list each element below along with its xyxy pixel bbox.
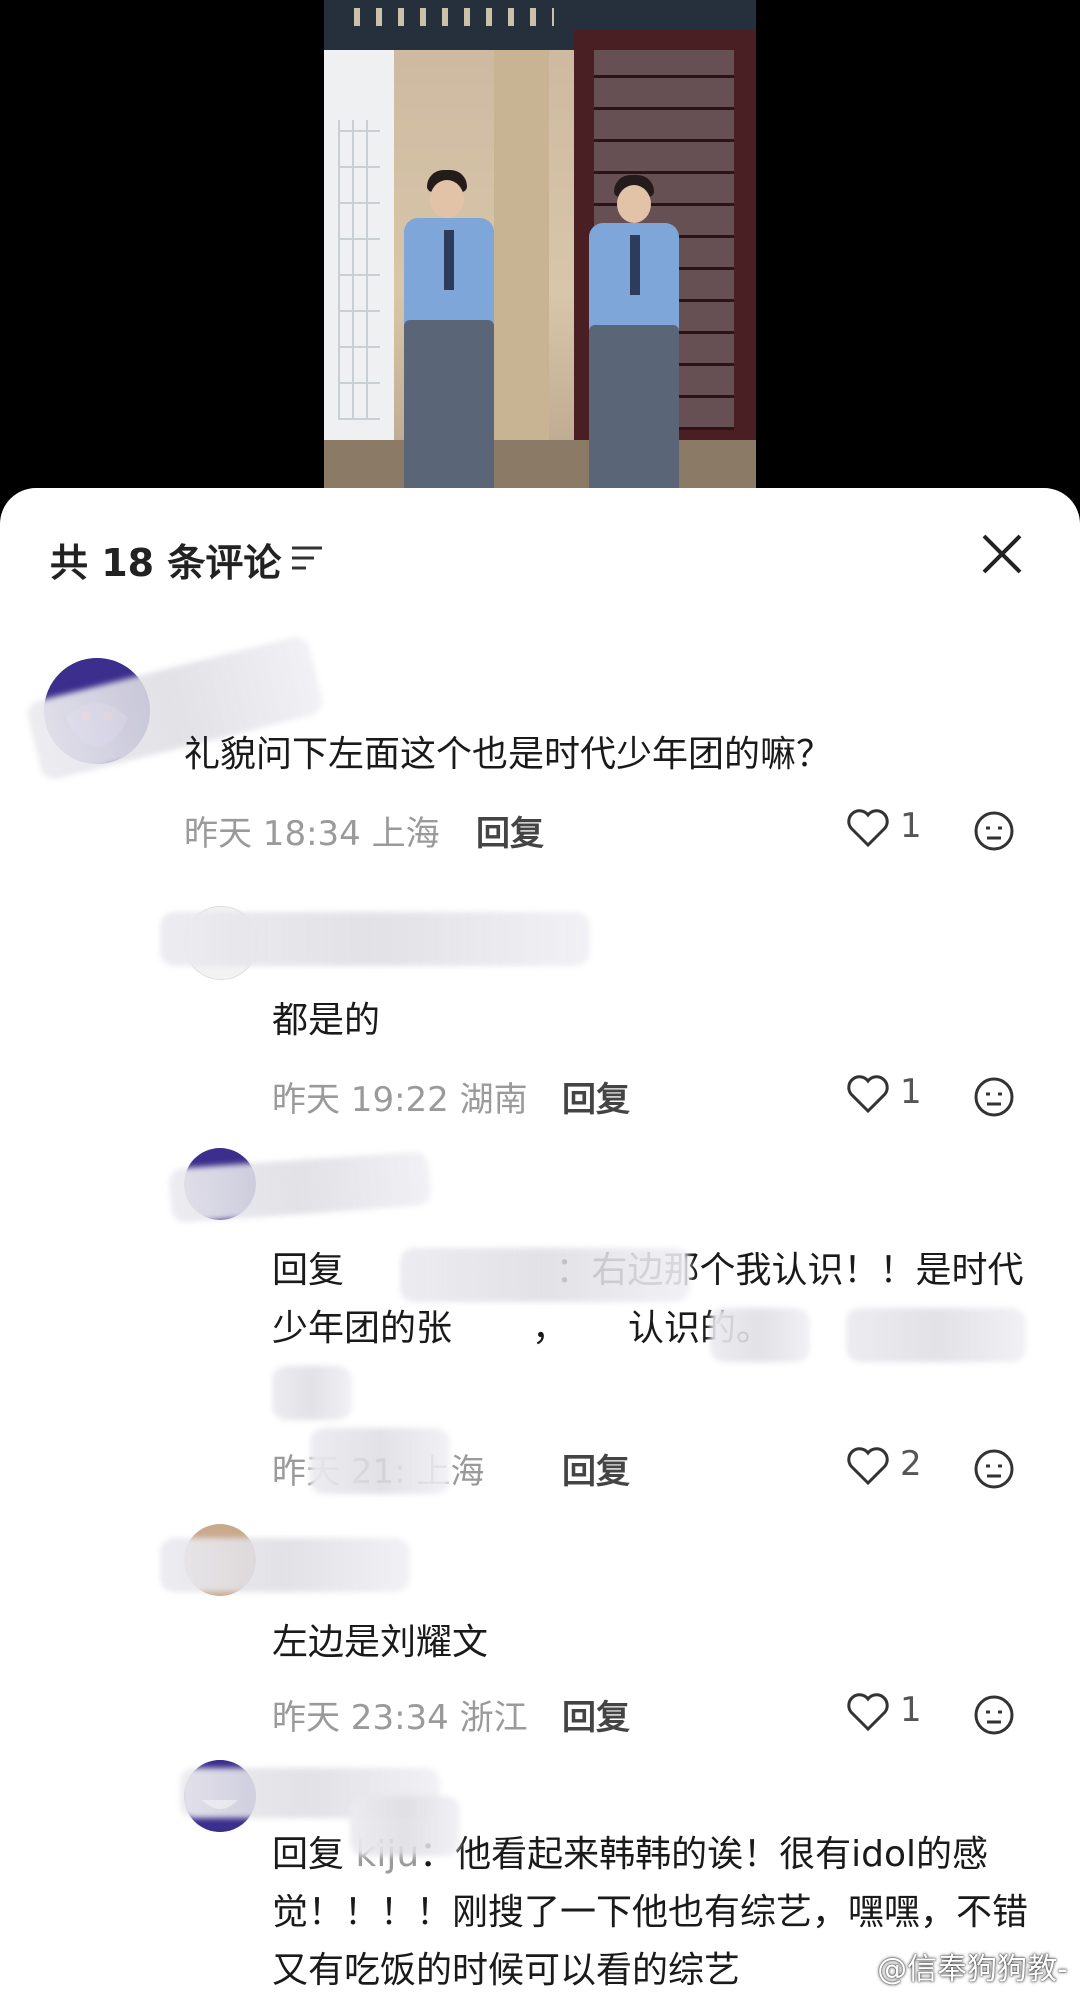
comment-text: 都是的 bbox=[272, 1000, 381, 1041]
mention-redacted bbox=[400, 1248, 690, 1302]
comment-meta: 昨天 19:22 湖南 bbox=[272, 1072, 528, 1121]
heart-icon[interactable] bbox=[846, 1692, 890, 1732]
reply-item: 都是的 昨天 19:22 湖南 回复 1 bbox=[0, 906, 1080, 1120]
emoji-reaction-icon[interactable] bbox=[973, 1448, 1015, 1490]
video-player[interactable] bbox=[0, 0, 1080, 488]
emoji-reaction-icon[interactable] bbox=[973, 1076, 1015, 1118]
comment-item: 礼貌问下左面这个也是时代少年团的嘛？ 昨天 18:34 上海 回复 1 bbox=[0, 634, 1080, 854]
watermark: @信奉狗狗教- bbox=[877, 1952, 1068, 1987]
text-redacted bbox=[846, 1308, 1026, 1362]
heart-icon[interactable] bbox=[846, 808, 890, 848]
comments-header: 共 18 条评论 bbox=[0, 488, 1080, 618]
comment-time: 昨天 19:22 bbox=[272, 1080, 449, 1120]
like-count: 1 bbox=[900, 1690, 922, 1730]
heart-icon[interactable] bbox=[846, 1074, 890, 1114]
comment-text: 礼貌问下左面这个也是时代少年团的嘛？ bbox=[184, 734, 833, 775]
comment-body-cont: ， bbox=[532, 1308, 569, 1349]
comment-location: 上海 bbox=[371, 814, 440, 854]
username-redacted bbox=[160, 1538, 410, 1592]
comment-location: 浙江 bbox=[459, 1698, 528, 1738]
comments-sheet: 共 18 条评论 礼貌问下左面这个也是时代少年团的嘛？ 昨天 18:34 上海 bbox=[0, 488, 1080, 1992]
reply-button[interactable]: 回复 bbox=[562, 1444, 630, 1493]
mention-redacted bbox=[350, 1796, 460, 1856]
like-count: 1 bbox=[900, 806, 922, 846]
comment-meta: 昨天 23:34 浙江 bbox=[272, 1690, 528, 1739]
emoji-reaction-icon[interactable] bbox=[973, 810, 1015, 852]
comment-time: 昨天 23:34 bbox=[272, 1698, 449, 1738]
heart-icon[interactable] bbox=[846, 1446, 890, 1486]
comment-text: 左边是刘耀文 bbox=[272, 1622, 489, 1663]
reply-prefix: 回复 bbox=[272, 1834, 345, 1875]
close-icon[interactable] bbox=[978, 530, 1026, 578]
reply-button[interactable]: 回复 bbox=[476, 806, 544, 855]
dancer-left bbox=[384, 170, 504, 488]
text-redacted bbox=[710, 1308, 810, 1362]
comment-count-title: 共 18 条评论 bbox=[50, 541, 282, 585]
reply-item: 回复 ：右边那个我认识！！是时代少年团的张，认识的。 昨天 21: 上海 回复 … bbox=[0, 1148, 1080, 1494]
username-redacted bbox=[160, 912, 590, 966]
reply-item: 左边是刘耀文 昨天 23:34 浙江 回复 1 bbox=[0, 1524, 1080, 1738]
comment-meta: 昨天 18:34 上海 bbox=[184, 806, 440, 855]
dancer-right bbox=[574, 175, 694, 488]
reply-button[interactable]: 回复 bbox=[562, 1072, 630, 1121]
text-redacted bbox=[272, 1366, 352, 1420]
sort-icon[interactable] bbox=[290, 544, 324, 572]
comment-location: 湖南 bbox=[459, 1080, 528, 1120]
like-count: 2 bbox=[900, 1444, 922, 1484]
comment-time: 昨天 18:34 bbox=[184, 814, 361, 854]
reply-button[interactable]: 回复 bbox=[562, 1690, 630, 1739]
time-redacted bbox=[310, 1428, 450, 1494]
emoji-reaction-icon[interactable] bbox=[973, 1694, 1015, 1736]
like-count: 1 bbox=[900, 1072, 922, 1112]
reply-prefix: 回复 bbox=[272, 1250, 345, 1291]
video-frame bbox=[324, 0, 756, 488]
